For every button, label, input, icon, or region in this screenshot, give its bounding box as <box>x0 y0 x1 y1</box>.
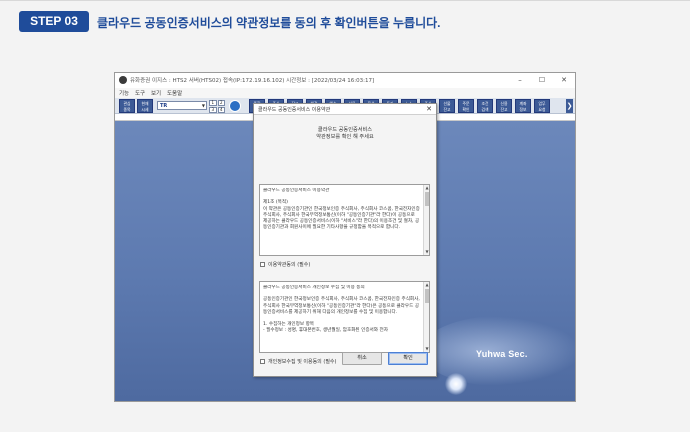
grid-cell[interactable]: 2 <box>217 100 225 106</box>
toolbar-button[interactable]: 조건 검색 <box>477 99 493 113</box>
dialog-titlebar: 클라우드 공동인증서비스 이용약관 ✕ <box>254 104 436 115</box>
menu-function[interactable]: 기능 <box>119 89 129 97</box>
menu-tools[interactable]: 도구 <box>135 89 145 97</box>
toolbar-button[interactable]: 선물 잔고 <box>439 99 455 113</box>
minimize-button[interactable]: – <box>515 75 525 85</box>
window-titlebar: 유화증권 이지스 : HTS2 서버(HTS02) 접속(IP:172.19.1… <box>115 73 575 88</box>
tr-select[interactable]: TR ▼ <box>157 101 207 110</box>
brand-logo: Yuhwa Sec. <box>476 349 528 359</box>
cancel-button[interactable]: 취소 <box>342 352 382 365</box>
menu-view[interactable]: 보기 <box>151 89 161 97</box>
toolbar-scroll-right[interactable]: ❯ <box>566 99 573 113</box>
toolbar-button[interactable]: 업무 요청 <box>534 99 550 113</box>
grid-cell[interactable]: 4 <box>217 107 225 113</box>
step-badge: STEP 03 <box>19 11 89 32</box>
scroll-down-icon[interactable]: ▼ <box>424 249 430 255</box>
terms-agree-checkbox[interactable]: 이용약관동의 (필수) <box>260 261 310 268</box>
menubar: 기능 도구 보기 도움말 <box>115 88 575 98</box>
toolbar-button[interactable]: 현재 시세 <box>137 99 153 113</box>
dialog-close-button[interactable]: ✕ <box>426 105 432 113</box>
privacy-box[interactable]: 클라우드 공동인증서비스 개인정보 수집 및 이용 동의 공동인증기관인 한국정… <box>259 281 430 353</box>
dialog-title: 클라우드 공동인증서비스 이용약관 <box>258 107 331 113</box>
refresh-icon[interactable] <box>229 100 241 112</box>
checkbox-icon[interactable] <box>260 262 265 267</box>
terms-dialog: 클라우드 공동인증서비스 이용약관 ✕ 클라우드 공동인증서비스 약관정보를 확… <box>253 103 437 377</box>
confirm-button[interactable]: 확인 <box>388 352 428 365</box>
scroll-thumb[interactable] <box>425 289 429 303</box>
toolbar-button[interactable]: 계좌 정보 <box>515 99 531 113</box>
toolbar-button[interactable]: 주문 확인 <box>458 99 474 113</box>
privacy-agree-label: 개인정보수집 및 이용동의 (필수) <box>268 359 337 365</box>
maximize-button[interactable]: ☐ <box>537 75 547 85</box>
chevron-down-icon: ▼ <box>201 103 205 108</box>
grid-cell[interactable]: 1 <box>209 100 217 106</box>
app-icon <box>119 76 127 84</box>
step-instruction: 클라우드 공동인증서비스의 약관정보를 동의 후 확인버튼을 누릅니다. <box>97 16 441 30</box>
privacy-text: 클라우드 공동인증서비스 개인정보 수집 및 이용 동의 공동인증기관인 한국정… <box>263 285 420 334</box>
terms-of-use-scrollbar[interactable]: ▲ ▼ <box>423 185 429 255</box>
terms-agree-label: 이용약관동의 (필수) <box>268 262 311 268</box>
scroll-up-icon[interactable]: ▲ <box>424 185 430 191</box>
tr-select-value: TR <box>160 103 168 109</box>
checkbox-icon[interactable] <box>260 359 265 364</box>
menu-help[interactable]: 도움말 <box>167 89 182 97</box>
dandelion-graphic <box>445 373 467 395</box>
privacy-agree-checkbox[interactable]: 개인정보수집 및 이용동의 (필수) <box>260 358 336 365</box>
app-screenshot: 유화증권 이지스 : HTS2 서버(HTS02) 접속(IP:172.19.1… <box>114 72 576 402</box>
top-divider <box>0 0 690 1</box>
scroll-up-icon[interactable]: ▲ <box>424 282 430 288</box>
terms-of-use-box[interactable]: 클라우드 공동인증서비스 이용약관 제1조 (목적) 이 약관은 공동인증기관인… <box>259 184 430 256</box>
toolbar-button[interactable]: 신용 잔고 <box>496 99 512 113</box>
scroll-thumb[interactable] <box>425 192 429 206</box>
dialog-heading: 클라우드 공동인증서비스 약관정보를 확인 해 주세요 <box>316 127 374 140</box>
window-title: 유화증권 이지스 : HTS2 서버(HTS02) 접속(IP:172.19.1… <box>130 78 375 84</box>
privacy-scrollbar[interactable]: ▲ ▼ <box>423 282 429 352</box>
terms-of-use-text: 클라우드 공동인증서비스 이용약관 제1조 (목적) 이 약관은 공동인증기관인… <box>263 188 420 231</box>
grid-cell[interactable]: 3 <box>209 107 217 113</box>
toolbar-button[interactable]: 관심 종목 <box>119 99 135 113</box>
window-close-button[interactable]: ✕ <box>559 75 569 85</box>
layout-grid[interactable]: 1 2 3 4 <box>209 100 225 113</box>
